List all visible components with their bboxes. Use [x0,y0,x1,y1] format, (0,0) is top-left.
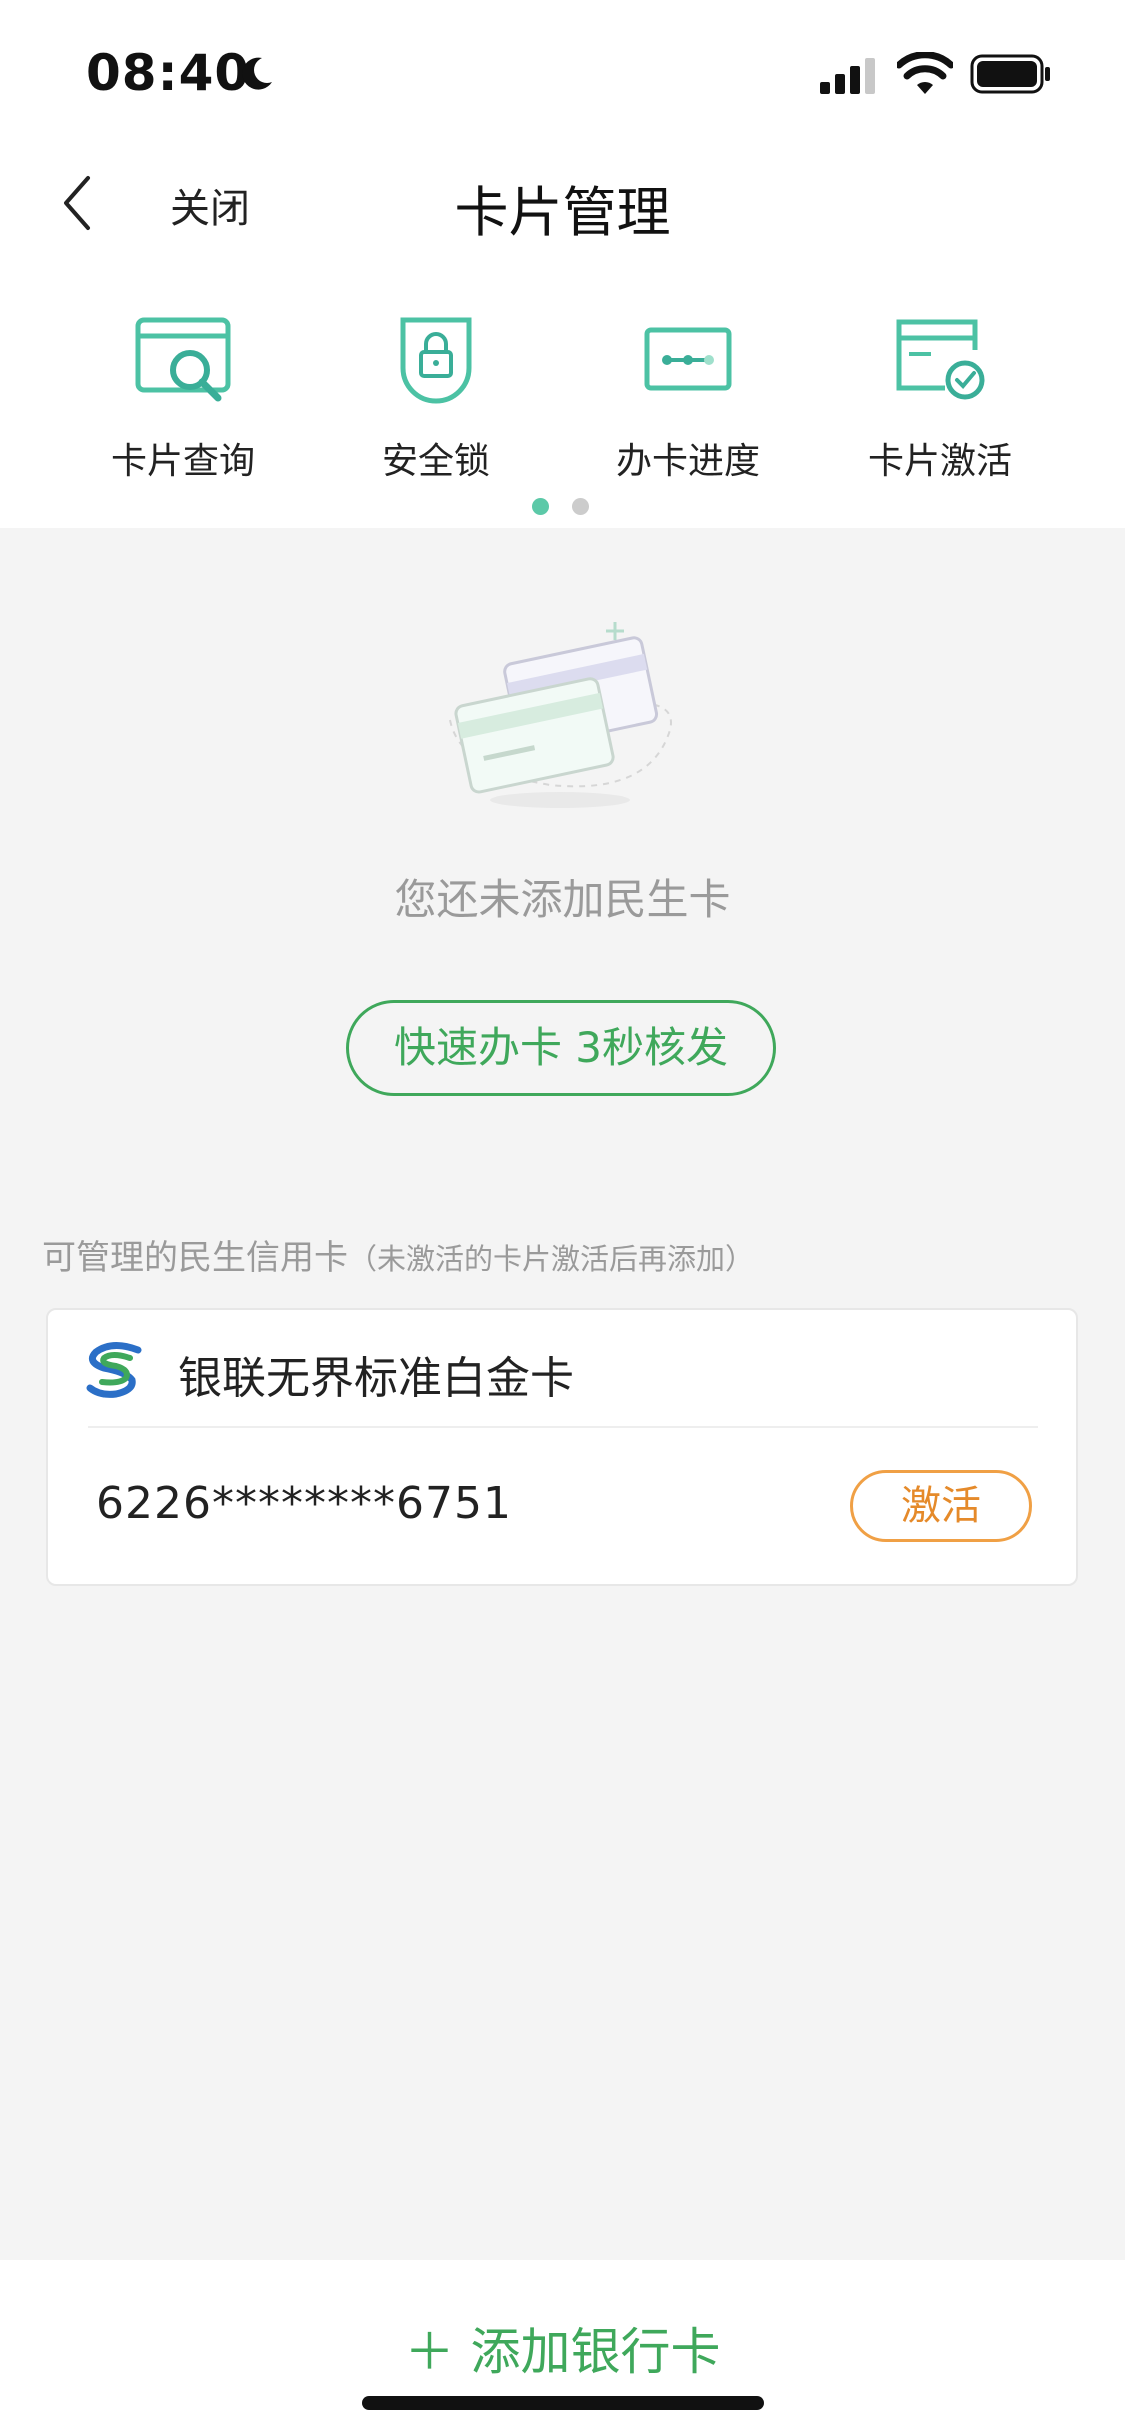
pager-dot-active [532,498,549,515]
card-activate-icon [896,319,985,400]
activate-button[interactable]: 激活 [850,1470,1032,1542]
quick-apply-button[interactable]: 快速办卡 3秒核发 [346,1000,776,1096]
section-note: （未激活的卡片激活后再添加） [348,1242,755,1276]
wifi-icon [897,52,953,94]
battery-icon [970,54,1050,94]
function-card-search[interactable]: 卡片查询 [58,310,308,484]
lock-shield-icon [400,317,472,404]
header-area: 08:40 关闭 卡片管理 卡片查询 安全锁 办卡进度 卡片激活 [0,0,1125,528]
section-header: 可管理的民生信用卡（未激活的卡片激活后再添加） [42,1230,754,1279]
progress-icon [644,327,732,391]
function-label: 卡片激活 [867,441,1012,482]
function-label: 卡片查询 [110,441,255,482]
moon-icon [242,57,272,90]
function-card-activation[interactable]: 卡片激活 [815,310,1065,484]
card-number: 6226********6751 [96,1478,512,1529]
page-title: 卡片管理 [454,181,671,244]
function-label: 安全锁 [381,441,490,482]
card-name: 银联无界标准白金卡 [178,1353,574,1404]
function-label: 办卡进度 [615,441,760,482]
cmbc-logo-icon [86,1342,142,1398]
pager-dot [572,498,589,515]
card-divider [88,1426,1038,1428]
add-bank-card-button[interactable]: ＋ 添加银行卡 [0,2312,1125,2384]
cellular-signal-icon [820,58,875,94]
empty-state-message: 您还未添加民生卡 [394,875,731,924]
card-search-icon [135,317,231,402]
function-security-lock[interactable]: 安全锁 [311,310,561,484]
status-time: 08:40 [86,44,251,102]
empty-cards-illustration [449,622,672,808]
credit-card-item[interactable]: 银联无界标准白金卡 6226********6751 激活 [46,1308,1078,1586]
home-indicator[interactable] [362,2396,764,2410]
section-title: 可管理的民生信用卡 [42,1238,348,1278]
bottom-bar: ＋ 添加银行卡 [0,2260,1125,2435]
function-application-progress[interactable]: 办卡进度 [563,310,813,484]
